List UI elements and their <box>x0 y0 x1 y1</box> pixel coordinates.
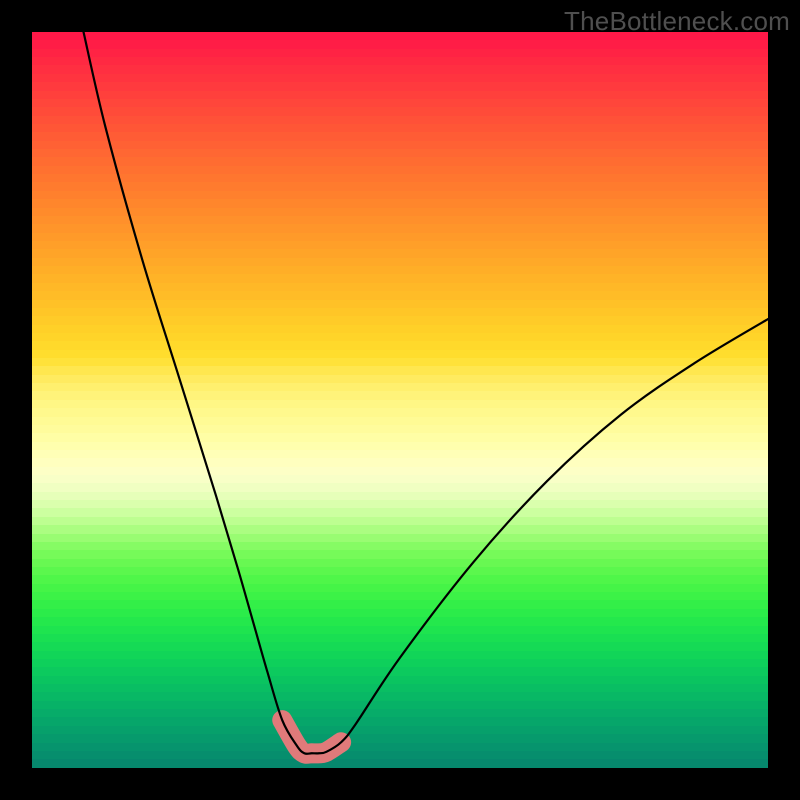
bottleneck-curve <box>84 32 768 754</box>
plot-area <box>32 32 768 768</box>
chart-frame: TheBottleneck.com <box>0 0 800 800</box>
curve-layer <box>32 32 768 768</box>
